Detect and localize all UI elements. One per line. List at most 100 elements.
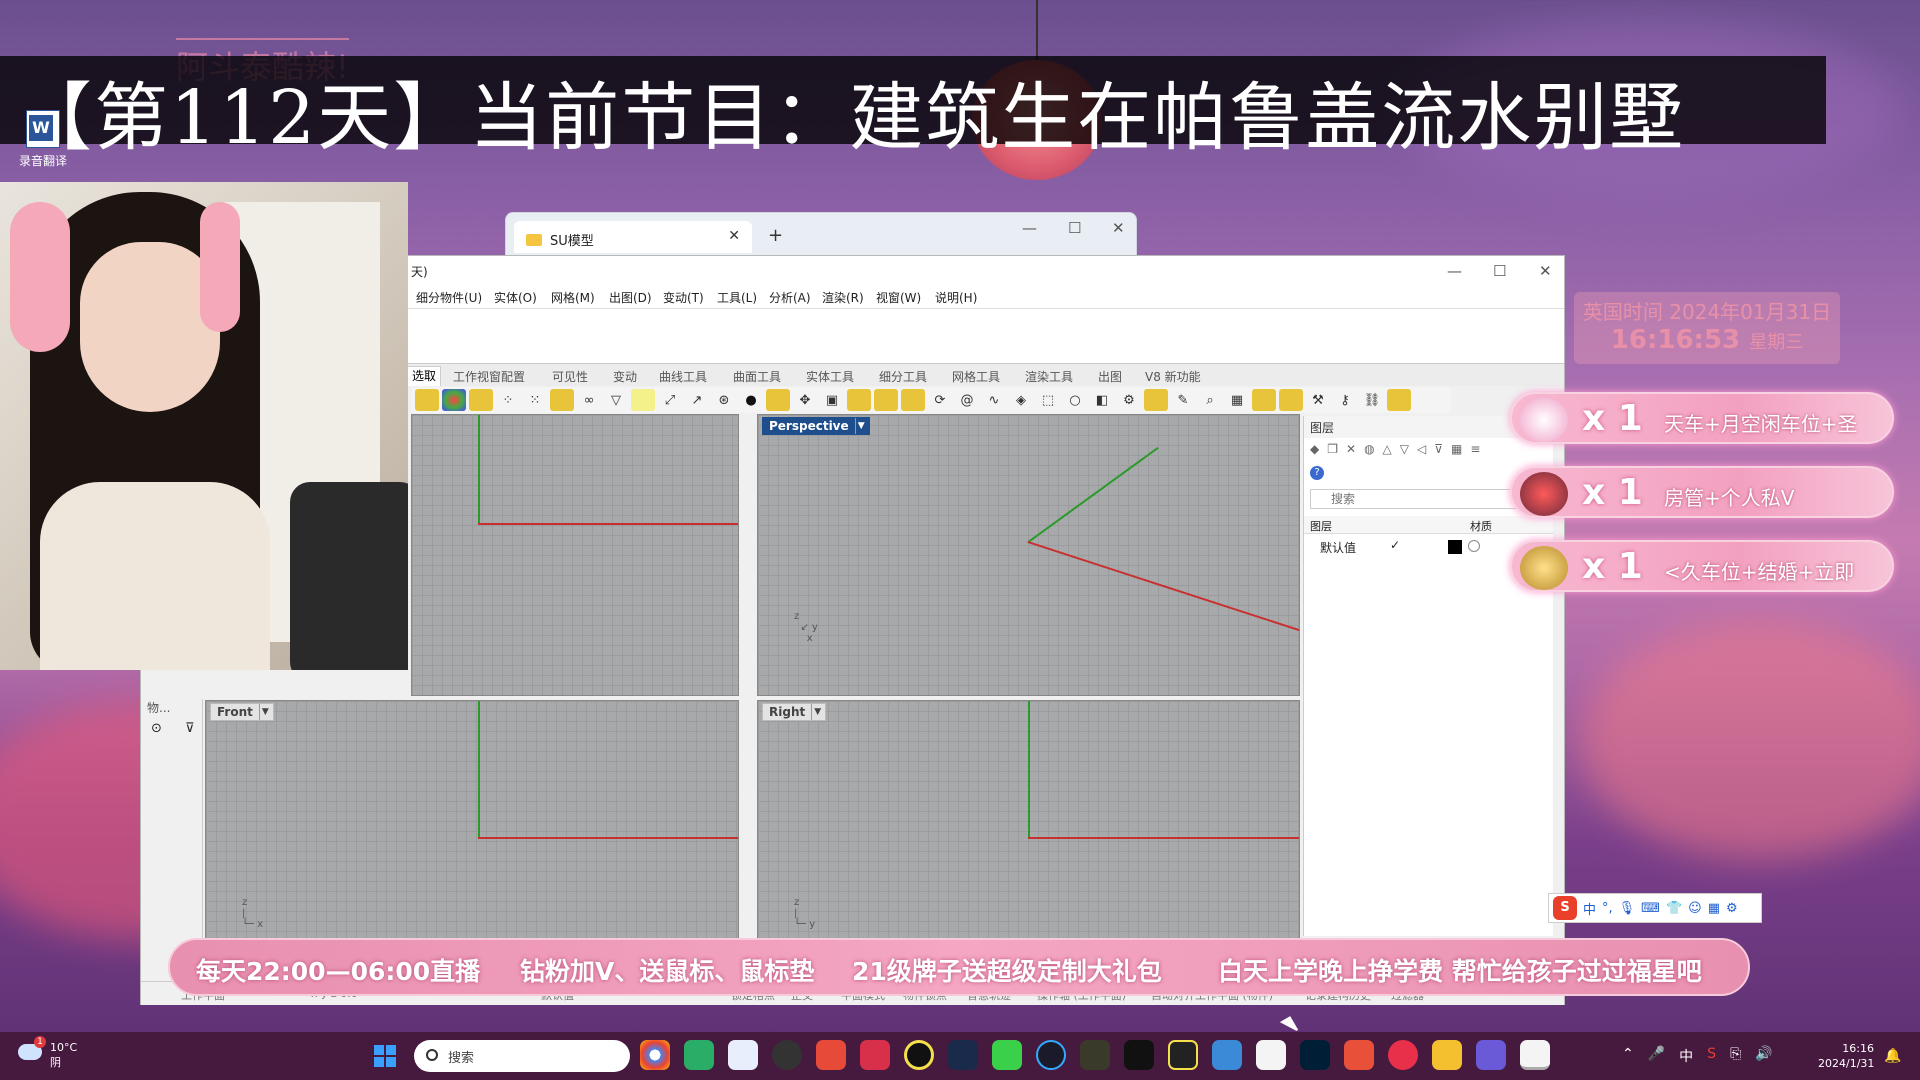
app-purple-icon[interactable]	[1476, 1040, 1506, 1070]
color-tool-icon[interactable]	[442, 389, 466, 411]
project-tool-icon[interactable]: ◈	[1009, 389, 1033, 411]
menu-analyze[interactable]: 分析(A)	[769, 289, 811, 306]
rotate-tool-icon[interactable]: ⟳	[928, 389, 952, 411]
viewport-perspective[interactable]: Perspective ▼ z ↙ y x	[757, 414, 1300, 696]
group-layer-icon[interactable]: ◍	[1364, 442, 1374, 456]
menu-drafting[interactable]: 出图(D)	[609, 289, 652, 306]
g-app-icon[interactable]	[1168, 1040, 1198, 1070]
extrude-tool-icon[interactable]	[766, 389, 790, 411]
move-down-icon[interactable]: ▽	[1400, 442, 1409, 456]
chain-link-tool-icon[interactable]: ⛓	[1360, 389, 1384, 411]
app-orange-icon[interactable]	[1344, 1040, 1374, 1070]
punct-icon[interactable]: °,	[1602, 901, 1613, 916]
eye-icon[interactable]: ⊙	[151, 721, 162, 736]
current-layer-check[interactable]: ✓	[1390, 538, 1400, 552]
select-window-icon[interactable]: ⬚	[1036, 389, 1060, 411]
viewport-top[interactable]	[411, 414, 739, 696]
key-tool-icon[interactable]: ⚷	[1333, 389, 1357, 411]
tab-subd-tools[interactable]: 细分工具	[879, 368, 927, 385]
cube-tool-icon[interactable]: ◧	[1090, 389, 1114, 411]
sogou-logo-icon[interactable]: S	[1553, 896, 1577, 920]
file-explorer-window[interactable]: SU模型 ✕ + — ☐ ✕	[505, 212, 1137, 256]
new-tab-button[interactable]: +	[768, 225, 783, 246]
tab-mesh-tools[interactable]: 网格工具	[952, 368, 1000, 385]
tab-v8-new[interactable]: V8 新功能	[1145, 368, 1201, 385]
filter-icon[interactable]: ⊽	[1434, 442, 1443, 456]
keyboard-icon[interactable]: ⌨	[1641, 901, 1660, 916]
box-tool-icon[interactable]	[415, 389, 439, 411]
gallery-icon[interactable]	[728, 1040, 758, 1070]
volume-icon[interactable]: 🔊	[1755, 1046, 1772, 1066]
menu-mesh[interactable]: 网格(M)	[551, 289, 595, 306]
rhino-active-icon[interactable]	[1520, 1040, 1550, 1070]
skin-icon[interactable]: 👕	[1666, 901, 1682, 916]
obs-icon[interactable]	[772, 1040, 802, 1070]
move-tool-icon[interactable]: ✥	[793, 389, 817, 411]
maximize-button[interactable]: ☐	[1068, 219, 1081, 237]
dropdown-icon[interactable]: ▼	[258, 704, 271, 720]
plate-tool-icon[interactable]	[1279, 389, 1303, 411]
game-icon[interactable]	[1080, 1040, 1110, 1070]
menu-subd[interactable]: 细分物件(U)	[416, 289, 482, 306]
explode-tool-icon[interactable]	[1144, 389, 1168, 411]
mesh-tool-icon[interactable]	[1252, 389, 1276, 411]
tab-surface-tools[interactable]: 曲面工具	[733, 368, 781, 385]
settings-icon[interactable]: ⚙	[1726, 901, 1738, 916]
tab-render-tools[interactable]: 渲染工具	[1025, 368, 1073, 385]
back-icon[interactable]: ◁	[1417, 442, 1426, 456]
gear-tool-icon[interactable]: ⚙	[1117, 389, 1141, 411]
fence-tool-icon[interactable]: ▦	[1225, 389, 1249, 411]
shell-tool-icon[interactable]	[901, 389, 925, 411]
solid-tool-icon[interactable]	[874, 389, 898, 411]
close-tab-icon[interactable]: ✕	[728, 228, 740, 244]
notification-bell-icon[interactable]: 🔔	[1884, 1048, 1901, 1064]
capcut-icon[interactable]	[1124, 1040, 1154, 1070]
help-icon[interactable]: ?	[1310, 466, 1324, 480]
curve-tool-icon[interactable]: ⤢	[658, 389, 682, 411]
app-ring-icon[interactable]	[1036, 1040, 1066, 1070]
browser-icon[interactable]	[816, 1040, 846, 1070]
windows-start-icon[interactable]	[374, 1045, 396, 1067]
spiral-tool-icon[interactable]: @	[955, 389, 979, 411]
viewport-right-label[interactable]: Right ▼	[762, 703, 827, 721]
menu-solid[interactable]: 实体(O)	[494, 289, 537, 306]
explorer-tab[interactable]: SU模型 ✕	[514, 221, 752, 253]
rhino-maximize-button[interactable]: ☐	[1493, 262, 1506, 280]
ime-lang[interactable]: 中	[1583, 899, 1596, 918]
taskbar-clock[interactable]: 16:16 2024/1/31	[1818, 1041, 1874, 1071]
highlight-tool-icon[interactable]	[631, 389, 655, 411]
new-layer-icon[interactable]: ◆	[1310, 442, 1319, 456]
chevron-up-icon[interactable]: ⌃	[1622, 1046, 1634, 1066]
points-tool-icon[interactable]: ⁘	[496, 389, 520, 411]
layer-color-swatch[interactable]	[1448, 540, 1462, 554]
tab-visibility[interactable]: 可见性	[552, 368, 588, 385]
netease-music-icon[interactable]	[1388, 1040, 1418, 1070]
move-up-icon[interactable]: △	[1383, 442, 1392, 456]
tab-viewport-layout[interactable]: 工作视窗配置	[453, 368, 525, 385]
plane-tool-icon[interactable]	[847, 389, 871, 411]
minimize-button[interactable]: —	[1022, 219, 1037, 237]
chrome-icon[interactable]	[640, 1040, 670, 1070]
pointcloud-tool-icon[interactable]: ⁙	[523, 389, 547, 411]
block-tool-icon[interactable]	[1387, 389, 1411, 411]
toolbox-icon[interactable]: ▦	[1708, 901, 1720, 916]
filter-icon[interactable]: ⊽	[185, 721, 195, 736]
network-icon[interactable]: ⎘	[1730, 1046, 1741, 1066]
group-tool-icon[interactable]	[550, 389, 574, 411]
boolean-tool-icon[interactable]: ⊛	[712, 389, 736, 411]
wechat-icon[interactable]	[684, 1040, 714, 1070]
rhino-app-icon[interactable]	[1256, 1040, 1286, 1070]
tab-curve-tools[interactable]: 曲线工具	[659, 368, 707, 385]
copy-layer-icon[interactable]: ❐	[1327, 442, 1338, 456]
viewport-perspective-label[interactable]: Perspective ▼	[762, 417, 870, 435]
desktop-icon-recorder[interactable]: W 录音翻译	[16, 110, 70, 169]
circle-app-icon[interactable]	[904, 1040, 934, 1070]
surface-tool-icon[interactable]	[469, 389, 493, 411]
menu-tools[interactable]: 工具(L)	[717, 289, 757, 306]
dropdown-icon[interactable]: ▼	[854, 418, 867, 434]
sogou-tray-icon[interactable]: S	[1707, 1046, 1716, 1066]
input-lang[interactable]: 中	[1679, 1046, 1693, 1066]
rhino-minimize-button[interactable]: —	[1447, 262, 1462, 280]
photoshop-icon[interactable]	[1300, 1040, 1330, 1070]
mic-icon[interactable]: 🎙	[1619, 901, 1636, 916]
